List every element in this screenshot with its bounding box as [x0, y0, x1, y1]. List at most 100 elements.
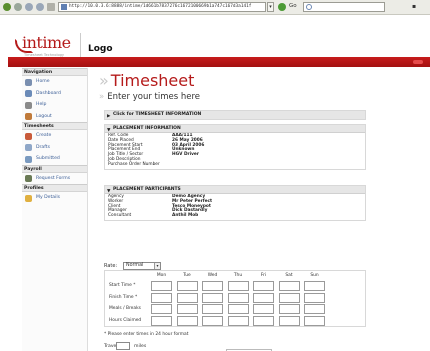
collapse-icon[interactable]: ▼: [107, 188, 110, 196]
forward-icon[interactable]: [14, 3, 22, 11]
time-input-sun[interactable]: [304, 304, 325, 314]
my-details-icon: [25, 194, 32, 202]
info-row: Consultant Anthil Mob: [108, 213, 362, 219]
sidebar-item-help[interactable]: Help: [22, 99, 87, 111]
rate-row: Rate: Normal ▾: [104, 262, 161, 270]
create-icon: [25, 132, 32, 140]
sidebar-section-heading: Navigation: [22, 68, 87, 76]
time-input-tue[interactable]: [176, 315, 198, 326]
sidebar: Navigation Home Dashboard Help Logout Timeshe…: [22, 68, 88, 351]
placement-participants-panel: ▼ PLACEMENT PARTICIPANTS Agency Demo Agenc…: [104, 185, 366, 221]
travel-unit: miles: [134, 344, 147, 349]
time-input-sat[interactable]: [278, 315, 300, 326]
time-input-tue[interactable]: [176, 304, 198, 314]
sidebar-section-heading: Timesheets: [22, 122, 87, 130]
day-header: Sun: [310, 273, 319, 278]
time-input-fri[interactable]: [253, 281, 274, 291]
sidebar-item-label: Logout: [36, 113, 52, 119]
header-bar-cap: [413, 60, 423, 64]
home-browser-icon[interactable]: [47, 3, 55, 11]
back-icon[interactable]: [3, 3, 11, 11]
time-input-thu[interactable]: [227, 281, 249, 291]
sidebar-item-logout[interactable]: Logout: [22, 111, 87, 123]
day-header: Mon: [156, 273, 167, 278]
time-input-sat[interactable]: [278, 281, 300, 291]
time-input-sun[interactable]: [304, 315, 325, 326]
time-input-wed[interactable]: [202, 304, 223, 314]
day-header: Thu: [233, 273, 243, 278]
sidebar-item-dashboard[interactable]: Dashboard: [22, 88, 87, 100]
rate-select[interactable]: Normal ▾: [123, 262, 161, 270]
sidebar-item-home[interactable]: Home: [22, 76, 87, 88]
sidebar-item-label: My Details: [36, 195, 61, 200]
page-subtitle: » Enter your times here: [99, 92, 201, 102]
sidebar-item-label: Home: [36, 79, 50, 84]
time-input-sat[interactable]: [278, 304, 300, 314]
time-row-label: Hours Claimed: [109, 317, 142, 323]
time-input-sun[interactable]: [304, 281, 325, 291]
request-forms-icon: [25, 175, 32, 182]
sidebar-item-create[interactable]: Create: [22, 130, 87, 142]
client-logo: Logo: [88, 44, 113, 54]
time-input-mon[interactable]: [151, 304, 172, 314]
time-input-wed[interactable]: [202, 281, 223, 291]
sidebar-section-heading: Payroll: [22, 164, 87, 173]
stop-icon[interactable]: [36, 3, 44, 11]
home-icon: [25, 78, 32, 86]
time-row-label: Start Time *: [109, 283, 136, 288]
time-entry-grid: Mon Tue Wed Thu Fri Sat Sun Start Time * Finish …: [104, 270, 366, 327]
address-bar[interactable]: http://10.0.3.6:8888/intime/1d661b783727…: [58, 2, 266, 12]
time-input-wed[interactable]: [202, 292, 223, 303]
travel-input[interactable]: [116, 342, 130, 350]
sidebar-item-label: Drafts: [36, 144, 50, 150]
header-red-bar: [8, 57, 430, 67]
time-input-fri[interactable]: [253, 315, 274, 326]
sidebar-item-label: Submitted: [36, 156, 60, 161]
time-input-sat[interactable]: [278, 292, 300, 303]
sidebar-item-label: Dashboard: [36, 90, 61, 96]
search-input[interactable]: [303, 2, 385, 12]
address-text: http://10.0.3.6:8888/intime/1d661b783727…: [69, 4, 252, 9]
time-input-wed[interactable]: [202, 315, 223, 326]
drafts-icon: [25, 144, 32, 151]
info-key: Consultant: [108, 213, 132, 219]
logout-icon: [25, 113, 32, 120]
day-header: Wed: [207, 273, 218, 278]
info-value: HGV Driver: [172, 152, 199, 158]
time-input-thu[interactable]: [227, 304, 249, 314]
time-input-tue[interactable]: [176, 292, 198, 303]
sidebar-item-my-details[interactable]: My Details: [22, 192, 87, 204]
placement-info-panel: ▼ PLACEMENT INFORMATION Ref. Code AAA/111 D…: [104, 124, 366, 170]
info-key: Purchase Order Number: [108, 161, 160, 167]
time-input-mon[interactable]: [151, 292, 172, 303]
time-input-tue[interactable]: [176, 281, 198, 291]
sidebar-item-drafts[interactable]: Drafts: [22, 142, 87, 154]
app-header: intime Timesheet Technology Logo: [0, 15, 430, 58]
time-input-thu[interactable]: [227, 315, 249, 326]
help-icon: [25, 101, 32, 109]
time-input-mon[interactable]: [151, 281, 172, 291]
time-row-label: Meals / Breaks: [109, 306, 141, 311]
expand-icon: ▶: [107, 113, 111, 119]
go-button[interactable]: Go: [289, 3, 297, 9]
right-margin: [386, 68, 430, 351]
toolbar-menu-icon[interactable]: ▪: [412, 3, 416, 10]
reload-icon[interactable]: [25, 3, 33, 11]
timesheet-info-toggle[interactable]: ▶ Click for TIMESHEET INFORMATION: [104, 110, 366, 120]
travel-row: Travel: miles: [104, 342, 146, 350]
time-input-sun[interactable]: [304, 292, 325, 303]
sidebar-item-submitted[interactable]: Submitted: [22, 153, 87, 165]
collapse-icon[interactable]: ▼: [107, 127, 110, 135]
day-header: Fri: [260, 273, 267, 278]
sidebar-item-label: Help: [36, 102, 47, 107]
time-input-mon[interactable]: [151, 315, 172, 326]
time-input-fri[interactable]: [253, 292, 274, 303]
go-icon[interactable]: [278, 3, 286, 11]
address-dropdown-icon[interactable]: ▾: [267, 2, 274, 12]
time-input-fri[interactable]: [253, 304, 274, 314]
time-input-thu[interactable]: [227, 292, 249, 303]
chevron-down-icon: ▾: [154, 263, 160, 269]
sidebar-section-heading: Profiles: [22, 184, 87, 192]
sidebar-item-request-forms[interactable]: Request Forms: [22, 173, 87, 185]
day-header: Tue: [183, 273, 191, 278]
